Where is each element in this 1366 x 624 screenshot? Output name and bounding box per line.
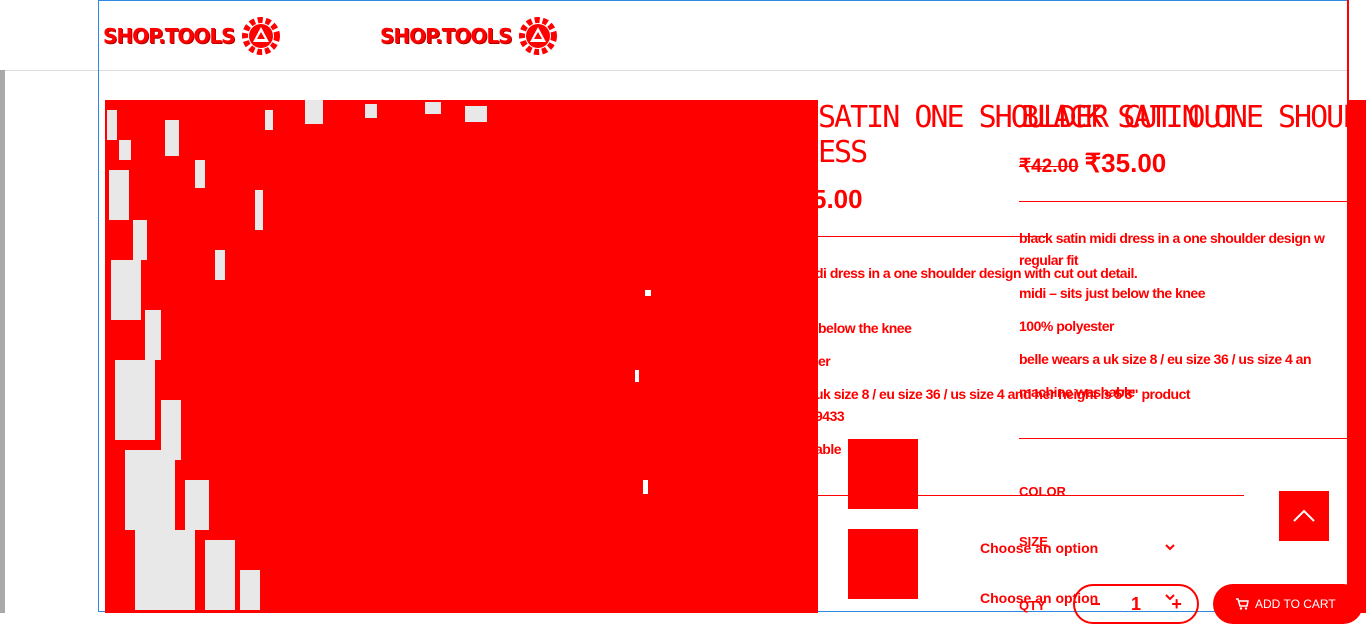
qty-plus-button[interactable]: +	[1171, 594, 1182, 615]
logo-text: SHOP.TOOLS	[103, 24, 236, 48]
product-image[interactable]	[105, 100, 818, 613]
product-desc-b-4: 100% polyester	[1019, 318, 1114, 334]
product-title-a-line2: ESS	[818, 135, 868, 170]
product-desc-b-3: midi – sits just below the knee	[1019, 285, 1206, 301]
product-desc-b-1: black satin midi dress in a one shoulder…	[1019, 230, 1325, 246]
gear-logo-icon	[241, 17, 280, 55]
qty-value[interactable]: 1	[1131, 594, 1141, 615]
product-desc-a-3: er	[818, 353, 831, 369]
chevron-down-icon	[1165, 544, 1175, 551]
logo-text: SHOP.TOOLS	[380, 24, 513, 48]
divider	[818, 236, 1048, 237]
product-image-texture	[105, 100, 818, 613]
quantity-stepper[interactable]: − 1 +	[1073, 584, 1199, 624]
divider	[1019, 201, 1349, 202]
right-scrollbar-track-top	[1349, 0, 1366, 100]
cart-icon	[1236, 598, 1249, 610]
qty-minus-button[interactable]: −	[1090, 594, 1101, 615]
gear-logo-icon	[518, 17, 557, 55]
add-to-cart-button[interactable]: ADD TO CART	[1213, 584, 1363, 624]
old-price: ₹42.00	[1019, 156, 1079, 177]
product-desc-b-6: machine washable	[1019, 384, 1135, 400]
product-desc-b-5: belle wears a uk size 8 / eu size 36 / u…	[1019, 351, 1312, 367]
product-desc-a-5: 9433	[815, 408, 845, 424]
product-price-a: 5.00	[812, 184, 863, 214]
color-swatch[interactable]	[848, 439, 918, 509]
add-to-cart-label: ADD TO CART	[1255, 597, 1336, 611]
color-label: COLOR	[1019, 484, 1066, 499]
site-logo-secondary[interactable]: SHOP.TOOLS	[380, 14, 560, 58]
color-swatch[interactable]	[848, 529, 918, 599]
scroll-to-top-button[interactable]	[1279, 491, 1329, 541]
chevron-up-icon	[1293, 509, 1315, 522]
sale-price: ₹35.00	[1084, 148, 1167, 178]
color-select-value: Choose an option	[980, 540, 1099, 556]
color-select[interactable]: Choose an option	[980, 540, 1176, 556]
product-title-b: BLACK SATIN ONE SHOULDER	[1021, 100, 1366, 135]
left-scrollbar[interactable]	[0, 70, 5, 613]
site-logo[interactable]: SHOP.TOOLS	[103, 14, 283, 58]
product-desc-a-2: below the knee	[818, 320, 912, 336]
product-desc-b-2: regular fit	[1019, 252, 1079, 268]
divider	[1019, 438, 1349, 439]
product-desc-a-1: di dress in a one shoulder design with c…	[815, 265, 1138, 281]
product-desc-a-6: able	[815, 441, 842, 457]
product-price-b: ₹42.00 ₹35.00	[1019, 148, 1166, 179]
